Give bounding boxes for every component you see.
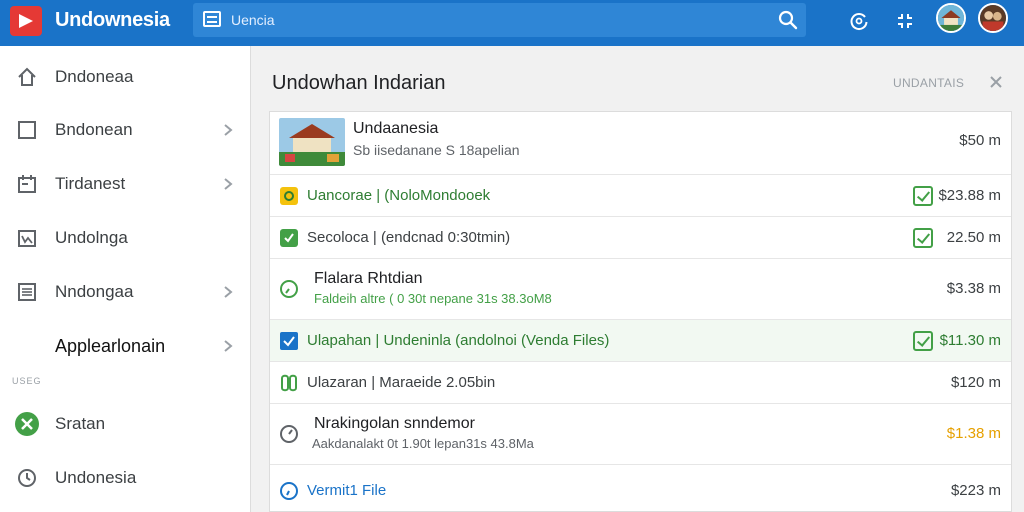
green-badge-icon [280,229,298,247]
blue-timer-icon [280,482,298,500]
checkbox-checked[interactable] [913,331,933,351]
chevron-right-icon [224,124,233,136]
chevron-right-icon [224,178,233,190]
transfer-list: Undaanesia Sb iisedanane S 18apelian $50… [269,111,1012,512]
thumbnail-image [279,118,345,166]
sidebar-section-label: USEG [12,376,42,386]
row-title: Secoloca | (endcnad 0:30tmin) [307,229,511,246]
search-input[interactable] [231,9,751,31]
row-title: Vermit1 File [307,482,387,499]
sidebar-item-3[interactable]: Tirdanest [0,164,251,204]
row-subtitle: Sb iisedanane S 18apelian [353,142,520,158]
gray-timer-icon [280,425,298,443]
settings-icon[interactable] [894,10,916,32]
sidebar-item-home[interactable]: Dndoneaa [0,57,251,97]
menu-icon[interactable] [203,11,221,27]
search-icon[interactable] [778,10,798,30]
sidebar-item-8[interactable]: Undonesia [0,458,251,498]
document-icon [18,283,36,301]
row-title: Undaanesia [353,120,439,137]
panel-title: Undowhan Indarian [272,72,446,94]
close-icon[interactable] [988,74,1004,90]
blue-check-icon [280,332,298,350]
profile-avatar[interactable] [978,3,1008,33]
list-item[interactable]: Secoloca | (endcnad 0:30tmin) 22.50 m [270,217,1011,259]
list-item[interactable]: Undaanesia Sb iisedanane S 18apelian $50… [270,112,1011,175]
checkbox-checked[interactable] [913,228,933,248]
gallery-icon [18,230,36,247]
sidebar-item-label: Applearlonain [55,335,166,356]
list-item[interactable]: Flalara Rhtdian Faldeih altre ( 0 30t ne… [270,259,1011,320]
row-title: Nrakingolan snndemor [314,415,475,432]
sidebar-item-6[interactable]: Applearlonain [0,326,251,366]
row-title: Uancorae | (NoloMondooek [307,187,491,204]
top-bar: Undownesia [0,0,1024,46]
list-item[interactable]: Vermit1 File $223 m [270,465,1011,511]
home-icon [18,67,36,86]
row-amount: $50 m [959,132,1001,149]
sidebar-item-2[interactable]: Bndonean [0,110,251,150]
clock-icon [18,469,36,487]
sidebar: Dndoneaa Bndonean Tirdanest Undolnga Nnd… [0,46,251,512]
app-logo-icon[interactable] [10,6,42,36]
sidebar-item-label: Sratan [55,414,106,433]
row-amount: $223 m [950,482,1001,499]
sidebar-item-4[interactable]: Undolnga [0,218,251,258]
row-amount: $3.38 m [946,280,1001,297]
list-item[interactable]: Ulazaran | Maraeide 2.05bin $120 m [270,362,1011,404]
chevron-right-icon [224,340,233,352]
row-amount: $1.38 m [946,425,1001,442]
list-item-selected[interactable]: Ulapahan | Undeninla (andolnoi (Venda Fi… [270,320,1011,362]
chevron-right-icon [224,286,233,298]
avatar[interactable] [936,3,966,33]
row-title: Ulazaran | Maraeide 2.05bin [307,374,496,391]
list-item[interactable]: Nrakingolan snndemor Aakdanalakt 0t 1.90… [270,404,1011,465]
green-loop-icon [281,374,297,392]
panel-action-link[interactable]: UNDANTAIS [893,76,964,90]
sidebar-item-5[interactable]: Nndongaa [0,272,251,312]
row-amount: $23.88 m [938,187,1001,204]
checkbox-checked[interactable] [913,186,933,206]
sidebar-item-label: Tirdanest [55,174,126,193]
list-item[interactable]: Uancorae | (NoloMondooek $23.88 m [270,175,1011,217]
row-subtitle: Aakdanalakt 0t 1.90t lepan31s 43.8Ma [312,436,534,451]
app-title: Undownesia [55,9,170,31]
row-amount: $11.30 m [939,332,1001,349]
sidebar-item-label: Bndonean [55,120,133,139]
sidebar-item-label: Dndoneaa [55,67,134,86]
sidebar-item-7[interactable]: Sratan [0,404,251,444]
row-title: Ulapahan | Undeninla (andolnoi (Venda Fi… [307,332,610,349]
search-bar[interactable] [193,3,806,37]
sidebar-item-label: Nndongaa [55,282,134,301]
row-amount: $120 m [950,374,1001,391]
row-amount: 22.50 m [946,229,1001,246]
row-title: Flalara Rhtdian [314,270,423,287]
yellow-badge-icon [280,187,298,205]
green-timer-icon [280,280,298,298]
square-icon [18,121,36,139]
row-subtitle: Faldeih altre ( 0 30t nepane 31s 38.3oM8 [314,291,552,306]
green-circle-icon [15,412,39,436]
calendar-icon [18,175,36,193]
sidebar-item-label: Undonesia [55,468,137,487]
refresh-icon[interactable] [848,10,870,32]
sidebar-item-label: Undolnga [55,228,128,247]
